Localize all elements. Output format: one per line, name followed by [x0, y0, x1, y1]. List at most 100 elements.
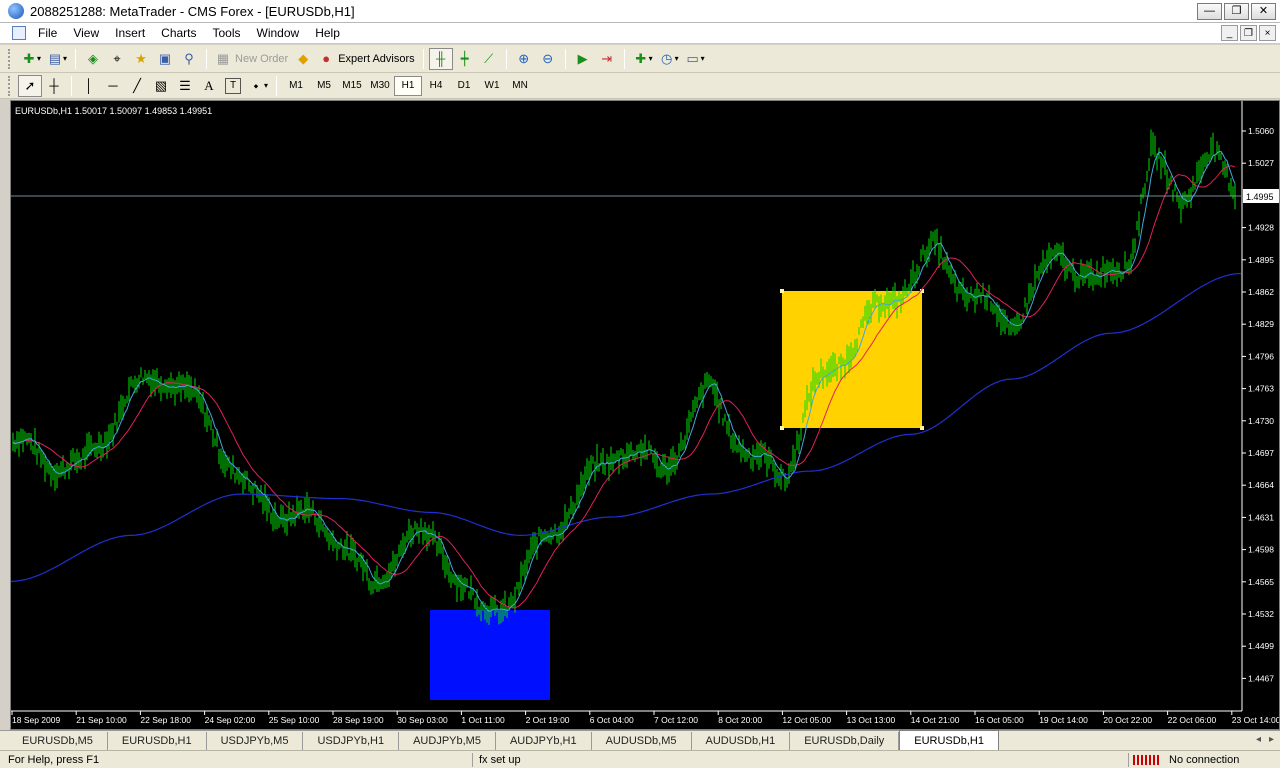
ma-mid-line	[12, 165, 1236, 609]
profiles-icon: ▤	[48, 51, 62, 66]
blue-rectangle-object[interactable]	[430, 610, 550, 700]
timeframe-h1[interactable]: H1	[394, 75, 423, 96]
equidistant-channel-button[interactable]: ▧	[149, 75, 173, 97]
chart-canvas[interactable]: EURUSDb,H1 1.50017 1.50097 1.49853 1.499…	[11, 101, 1279, 729]
chart-tab-audusdb-h1[interactable]: AUDUSDb,H1	[692, 732, 791, 750]
zoom-in-icon: ⊕	[518, 51, 530, 66]
crosshair-target-icon: ⌖	[113, 51, 121, 66]
time-tick-label: 13 Oct 13:00	[847, 715, 896, 725]
menu-view[interactable]: View	[67, 26, 109, 40]
menu-tools[interactable]: Tools	[207, 26, 251, 40]
chart-tab-audusdb-m5[interactable]: AUDUSDb,M5	[592, 732, 692, 750]
line-chart-button[interactable]: ⟋	[477, 48, 501, 70]
ma-slow-line	[11, 272, 1242, 582]
time-tick-label: 14 Oct 21:00	[911, 715, 960, 725]
chart-tab-usdjpyb-m5[interactable]: USDJPYb,M5	[207, 732, 304, 750]
toolbar-separator	[623, 48, 625, 69]
price-tick-label: 1.4697	[1248, 448, 1274, 458]
chart-tab-audjpyb-m5[interactable]: AUDJPYb,M5	[399, 732, 496, 750]
timeframe-m1[interactable]: M1	[282, 76, 310, 96]
cursor-tool-button[interactable]: ➚	[18, 74, 42, 97]
timeframe-m30[interactable]: M30	[366, 76, 394, 96]
crosshair-tool-button[interactable]: ┼	[42, 75, 66, 97]
chart-tab-usdjpyb-h1[interactable]: USDJPYb,H1	[303, 732, 400, 750]
handle-bottom-right[interactable]	[920, 426, 924, 430]
new-order-button[interactable]: ▦ New Order	[212, 48, 291, 70]
navigator-button[interactable]: ★	[129, 48, 153, 70]
time-tick-label: 1 Oct 11:00	[461, 715, 505, 725]
indicators-button[interactable]: ✚ ▾	[630, 48, 656, 70]
timeframe-m5[interactable]: M5	[310, 76, 338, 96]
price-tick-label: 1.4730	[1248, 416, 1274, 426]
terminal-button[interactable]: ▣	[153, 48, 177, 70]
data-window-button[interactable]: ⌖	[105, 48, 129, 70]
price-tick-label: 1.4598	[1248, 545, 1274, 555]
toolbar-separator	[71, 75, 72, 96]
vertical-line-button[interactable]: │	[77, 75, 101, 97]
handle-top-left[interactable]	[780, 289, 784, 293]
menu-file[interactable]: File	[32, 26, 67, 40]
time-tick-label: 2 Oct 19:00	[526, 715, 570, 725]
zoom-out-button[interactable]: ⊖	[536, 48, 560, 70]
chart-tab-eurusdb-daily[interactable]: EURUSDb,Daily	[790, 732, 900, 750]
chart-tab-eurusdb-h1[interactable]: EURUSDb,H1	[108, 732, 207, 750]
market-watch-button[interactable]: ◈	[81, 48, 105, 70]
tab-scroll-right-icon[interactable]: ▸	[1269, 734, 1274, 745]
menu-window[interactable]: Window	[251, 26, 310, 40]
time-tick-label: 20 Oct 22:00	[1103, 715, 1152, 725]
mdi-restore-button[interactable]: ❐	[1240, 25, 1257, 41]
handle-bottom-left[interactable]	[780, 426, 784, 430]
auto-scroll-button[interactable]: ▶	[571, 48, 595, 70]
toolbar-grip[interactable]	[8, 48, 12, 69]
document-icon[interactable]	[12, 26, 26, 40]
timeframe-mn[interactable]: MN	[506, 76, 534, 96]
maximize-button[interactable]: ❐	[1224, 3, 1249, 20]
toolbar-grip[interactable]	[8, 75, 12, 96]
fibonacci-button[interactable]: ☰	[173, 75, 197, 97]
arrows-icon: ⬩	[253, 78, 259, 93]
window-titlebar: 2088251288: MetaTrader - CMS Forex - [EU…	[0, 0, 1280, 23]
menu-insert[interactable]: Insert	[109, 26, 155, 40]
menu-help[interactable]: Help	[309, 26, 350, 40]
candlestick-button[interactable]: ┿	[453, 48, 477, 70]
horizontal-line-button[interactable]: ─	[101, 75, 125, 97]
close-button[interactable]: ✕	[1251, 3, 1276, 20]
mdi-close-button[interactable]: ×	[1259, 25, 1276, 41]
templates-button[interactable]: ▭ ▾	[682, 48, 708, 70]
timeframe-m15[interactable]: M15	[338, 76, 366, 96]
periods-button[interactable]: ◷ ▾	[656, 48, 682, 70]
trendline-button[interactable]: ╱	[125, 75, 149, 97]
profiles-button[interactable]: ▤ ▾	[44, 48, 70, 70]
chart-tab-eurusdb-m5[interactable]: EURUSDb,M5	[8, 732, 108, 750]
expert-advisors-button[interactable]: ● Expert Advisors	[315, 48, 417, 70]
zoom-in-button[interactable]: ⊕	[512, 48, 536, 70]
timeframe-d1[interactable]: D1	[450, 76, 478, 96]
mdi-minimize-button[interactable]: _	[1221, 25, 1238, 41]
text-label-button[interactable]: T	[221, 75, 245, 97]
status-connection: No connection	[1128, 753, 1239, 767]
price-axis: 1.5060 1.5027 1.4928 1.4895 1.4862 1.4829 1.47…	[1242, 126, 1274, 683]
chart-shift-button[interactable]: ⇥	[595, 48, 619, 70]
price-tick-label: 1.4664	[1248, 480, 1274, 490]
price-tick-label: 1.4895	[1248, 255, 1274, 265]
timeframe-w1[interactable]: W1	[478, 76, 506, 96]
tab-scroll-left-icon[interactable]: ◂	[1256, 734, 1261, 745]
strategy-tester-button[interactable]: ⚲	[177, 48, 201, 70]
menu-charts[interactable]: Charts	[155, 26, 206, 40]
bar-chart-button[interactable]: ╫	[428, 47, 453, 70]
vertical-line-icon: │	[84, 78, 94, 93]
new-chart-button[interactable]: ✚ ▾	[18, 48, 44, 70]
metaeditor-button[interactable]: ◆	[291, 48, 315, 70]
text-a-icon: A	[204, 78, 214, 93]
toolbar-separator	[206, 48, 208, 69]
chart-tab-audjpyb-h1[interactable]: AUDJPYb,H1	[496, 732, 592, 750]
status-profile: fx set up	[472, 753, 521, 767]
metaeditor-diamond-icon: ◆	[298, 51, 309, 66]
text-tool-button[interactable]: A	[197, 75, 221, 97]
timeframe-h4[interactable]: H4	[422, 76, 450, 96]
minimize-button[interactable]: —	[1197, 3, 1222, 20]
arrows-button[interactable]: ⬩ ▾	[245, 75, 271, 97]
chart-tab-eurusdb-h1-active[interactable]: EURUSDb,H1	[899, 730, 999, 750]
zoom-out-icon: ⊖	[542, 51, 554, 66]
price-chart[interactable]: EURUSDb,H1 1.50017 1.50097 1.49853 1.499…	[10, 100, 1280, 730]
